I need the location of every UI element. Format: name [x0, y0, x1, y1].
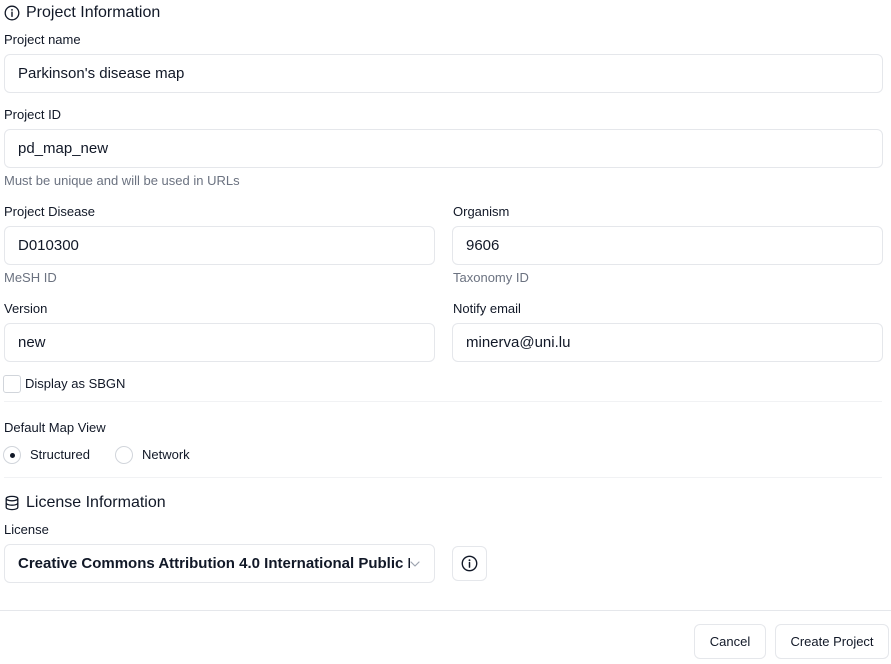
database-icon — [5, 495, 19, 511]
version-label: Version — [4, 301, 48, 316]
taxonomy-id-hint: Taxonomy ID — [453, 270, 529, 285]
divider — [4, 477, 882, 478]
radio-network[interactable] — [115, 446, 133, 464]
display-sbgn-checkbox[interactable] — [3, 375, 21, 393]
project-disease-label: Project Disease — [4, 204, 96, 219]
radio-structured[interactable] — [3, 446, 21, 464]
project-id-input[interactable] — [4, 129, 883, 168]
default-map-view-label: Default Map View — [4, 420, 106, 435]
license-select[interactable]: Creative Commons Attribution 4.0 Interna… — [4, 544, 435, 583]
project-name-label: Project name — [4, 32, 81, 47]
project-id-label: Project ID — [4, 107, 62, 122]
project-id-hint: Must be unique and will be used in URLs — [4, 173, 240, 188]
version-input[interactable] — [4, 323, 435, 362]
license-info-button[interactable] — [452, 546, 487, 581]
project-name-input[interactable] — [4, 54, 883, 93]
radio-network-label[interactable]: Network — [142, 447, 190, 462]
project-information-header: Project Information — [4, 2, 160, 24]
license-information-header: License Information — [4, 492, 166, 514]
organism-input[interactable] — [452, 226, 883, 265]
project-information-title: Project Information — [26, 4, 161, 21]
chevron-down-icon — [410, 560, 420, 567]
notify-email-input[interactable] — [452, 323, 883, 362]
footer-divider — [0, 610, 891, 611]
radio-structured-label[interactable]: Structured — [30, 447, 90, 462]
project-disease-input[interactable] — [4, 226, 435, 265]
radio-selected-dot — [9, 452, 15, 458]
display-sbgn-label[interactable]: Display as SBGN — [25, 376, 125, 391]
mesh-id-hint: MeSH ID — [4, 270, 57, 285]
license-information-title: License Information — [26, 494, 166, 511]
license-select-value: Creative Commons Attribution 4.0 Interna… — [18, 555, 410, 572]
cancel-button[interactable]: Cancel — [694, 624, 766, 659]
divider — [4, 401, 882, 402]
organism-label: Organism — [453, 204, 510, 219]
info-circle-icon — [461, 555, 478, 572]
notify-email-label: Notify email — [453, 301, 521, 316]
create-project-button[interactable]: Create Project — [775, 624, 889, 659]
info-circle-icon — [4, 5, 20, 21]
license-label: License — [4, 522, 49, 537]
